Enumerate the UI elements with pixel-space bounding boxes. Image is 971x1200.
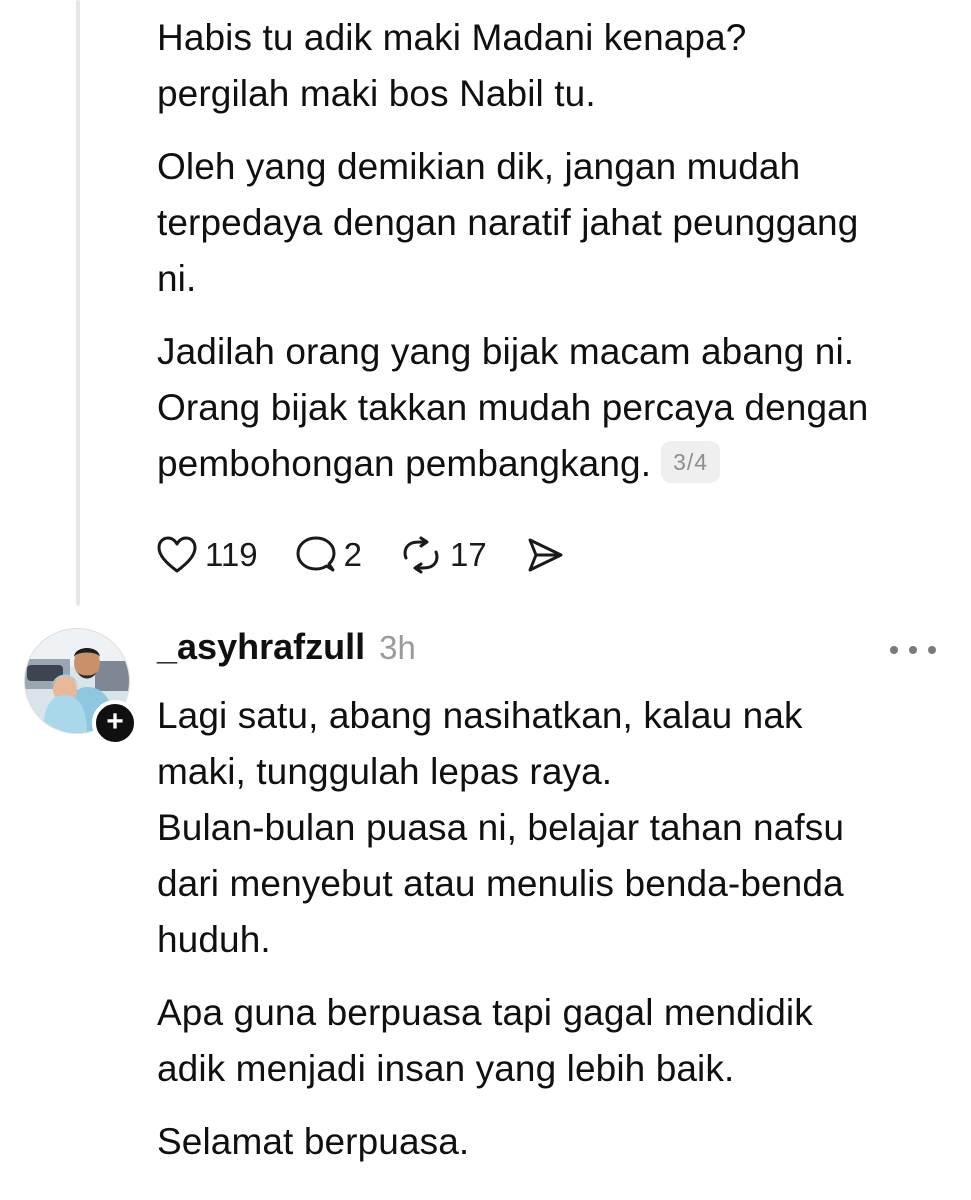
repost-icon: [403, 536, 439, 574]
post-body: Habis tu adik maki Madani kenapa? pergil…: [157, 10, 957, 492]
post-line: pembohongan pembangkang. 3/4: [157, 436, 957, 492]
post-line: dari menyebut atau menulis benda-benda: [157, 863, 844, 904]
send-icon: [528, 538, 563, 572]
post-line: pergilah maki bos Nabil tu.: [157, 73, 596, 114]
repost-count: 17: [449, 536, 487, 573]
post-line: Orang bijak takkan mudah percaya dengan: [157, 387, 869, 428]
post-line: Bulan-bulan puasa ni, belajar tahan nafs…: [157, 807, 845, 848]
thread-counter-badge: 3/4: [661, 441, 721, 483]
post-header: _asyhrafzull 3h: [157, 626, 416, 676]
follow-button[interactable]: +: [92, 700, 138, 746]
share-button[interactable]: [525, 536, 565, 574]
post-line: Selamat berpuasa.: [157, 1121, 470, 1162]
post-line: Apa guna berpuasa tapi gagal mendidik: [157, 992, 813, 1033]
more-options-button[interactable]: [890, 640, 936, 660]
post-line: Oleh yang demikian dik, jangan mudah: [157, 146, 801, 187]
avatar-container[interactable]: +: [24, 628, 138, 746]
post-line-text: pembohongan pembangkang.: [157, 443, 652, 484]
post-line: adik menjadi insan yang lebih baik.: [157, 1048, 735, 1089]
like-count: 119: [205, 536, 258, 573]
more-dots-icon: [909, 646, 917, 654]
thread-connector-line: [76, 0, 80, 606]
username[interactable]: _asyhrafzull: [157, 626, 365, 668]
reply-count: 2: [343, 536, 362, 573]
reply-body: Lagi satu, abang nasihatkan, kalau nak m…: [157, 688, 957, 1170]
more-dots-icon: [928, 646, 936, 654]
post-line: Lagi satu, abang nasihatkan, kalau nak: [157, 695, 803, 736]
comment-icon: [296, 536, 336, 572]
post-actions: 119 2 17: [157, 530, 603, 580]
reply-button[interactable]: 2: [296, 536, 362, 574]
post-line: Jadilah orang yang bijak macam abang ni.: [157, 331, 855, 372]
heart-icon: [157, 536, 197, 573]
like-button[interactable]: 119: [157, 536, 258, 574]
post-line: Habis tu adik maki Madani kenapa?: [157, 17, 747, 58]
more-dots-icon: [890, 646, 898, 654]
post-line: maki, tunggulah lepas raya.: [157, 751, 613, 792]
post-line: huduh.: [157, 919, 271, 960]
post-line: ni.: [157, 258, 197, 299]
repost-button[interactable]: 17: [400, 536, 487, 574]
post-timestamp: 3h: [379, 629, 416, 666]
post-line: terpedaya dengan naratif jahat peunggang: [157, 202, 859, 243]
